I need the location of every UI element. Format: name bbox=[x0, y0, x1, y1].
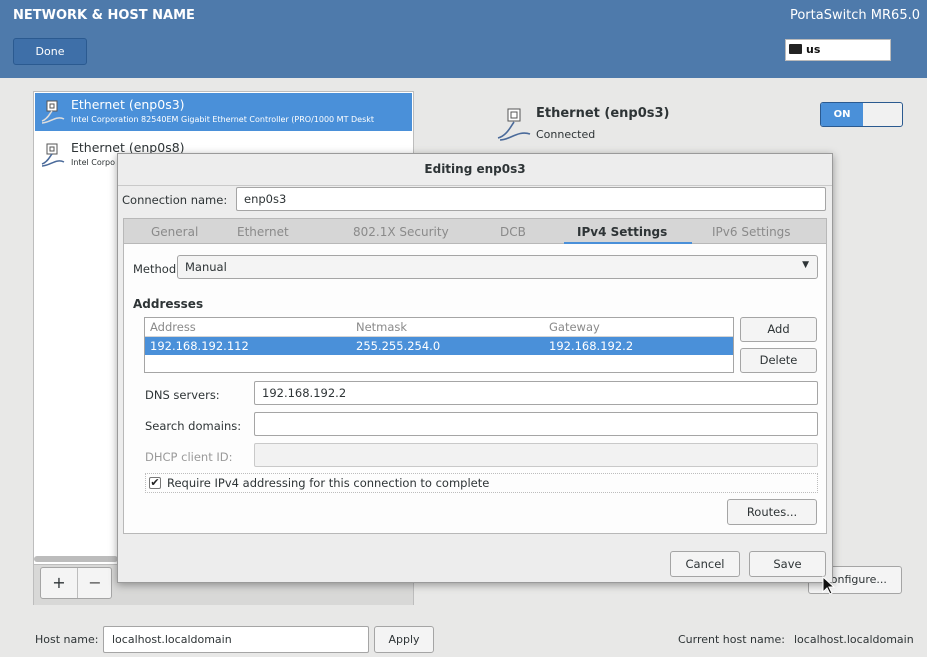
save-button[interactable]: Save bbox=[749, 551, 826, 577]
tab-general[interactable]: General bbox=[151, 225, 198, 239]
dhcp-client-id-input bbox=[254, 443, 818, 467]
connection-name-input[interactable]: enp0s3 bbox=[236, 187, 826, 211]
delete-address-button[interactable]: Delete bbox=[740, 348, 817, 373]
device-name: Ethernet (enp0s3) bbox=[536, 106, 670, 121]
current-hostname-label: Current host name: bbox=[678, 633, 785, 646]
chevron-down-icon: ▼ bbox=[802, 260, 809, 270]
hostname-label: Host name: bbox=[35, 633, 99, 646]
addresses-table: Address Netmask Gateway 192.168.192.112 … bbox=[144, 317, 734, 373]
netmask-cell[interactable]: 255.255.254.0 bbox=[356, 339, 440, 353]
gateway-cell[interactable]: 192.168.192.2 bbox=[549, 339, 633, 353]
page-title: NETWORK & HOST NAME bbox=[13, 8, 195, 23]
dns-servers-label: DNS servers: bbox=[145, 388, 220, 402]
search-domains-input[interactable] bbox=[254, 412, 818, 436]
ethernet-icon bbox=[40, 99, 66, 128]
done-button[interactable]: Done bbox=[13, 38, 87, 65]
connection-name: Ethernet (enp0s3) bbox=[71, 97, 185, 112]
tab-ipv4-settings[interactable]: IPv4 Settings bbox=[577, 225, 667, 239]
method-select[interactable]: Manual ▼ bbox=[177, 255, 818, 279]
keyboard-icon bbox=[789, 44, 802, 54]
remove-connection-button[interactable]: − bbox=[77, 568, 112, 598]
tab-ethernet[interactable]: Ethernet bbox=[237, 225, 289, 239]
connection-description: Intel Corporation 82540EM Gigabit Ethern… bbox=[71, 115, 375, 124]
add-remove-group: + − bbox=[40, 567, 112, 599]
method-label: Method: bbox=[133, 262, 181, 276]
add-connection-button[interactable]: + bbox=[41, 568, 77, 598]
switch-on-label: ON bbox=[821, 103, 863, 126]
table-row[interactable]: 192.168.192.112 255.255.254.0 192.168.19… bbox=[145, 337, 733, 355]
dns-servers-input[interactable]: 192.168.192.2 bbox=[254, 381, 818, 405]
mouse-cursor-icon bbox=[822, 575, 836, 599]
ipv4-settings-panel: Method: Manual ▼ Addresses Address Netma… bbox=[123, 244, 827, 534]
column-header-address[interactable]: Address bbox=[150, 320, 196, 334]
ethernet-icon bbox=[40, 142, 66, 171]
dialog-title: Editing enp0s3 bbox=[424, 162, 526, 176]
address-cell[interactable]: 192.168.192.112 bbox=[150, 339, 249, 353]
divider bbox=[118, 185, 832, 186]
connection-item-enp0s3[interactable]: Ethernet (enp0s3) Intel Corporation 8254… bbox=[35, 93, 412, 131]
column-header-netmask[interactable]: Netmask bbox=[356, 320, 407, 334]
current-hostname-value: localhost.localdomain bbox=[794, 633, 914, 646]
tab-8021x-security[interactable]: 802.1X Security bbox=[353, 225, 449, 239]
hostname-input[interactable]: localhost.localdomain bbox=[103, 626, 369, 653]
cancel-button[interactable]: Cancel bbox=[670, 551, 740, 577]
settings-tabs: General Ethernet 802.1X Security DCB IPv… bbox=[123, 218, 827, 244]
product-name: PortaSwitch MR65.0 bbox=[789, 8, 920, 23]
keyboard-layout-label: us bbox=[806, 43, 821, 56]
column-header-gateway[interactable]: Gateway bbox=[549, 320, 600, 334]
tab-ipv6-settings[interactable]: IPv6 Settings bbox=[712, 225, 791, 239]
require-ipv4-label[interactable]: Require IPv4 addressing for this connect… bbox=[167, 476, 489, 490]
require-ipv4-checkbox[interactable]: ✔ bbox=[149, 477, 161, 489]
table-header: Address Netmask Gateway bbox=[145, 318, 733, 337]
addresses-heading: Addresses bbox=[133, 297, 204, 311]
tab-dcb[interactable]: DCB bbox=[500, 225, 526, 239]
device-status: Connected bbox=[536, 128, 596, 141]
apply-button[interactable]: Apply bbox=[374, 626, 434, 653]
add-address-button[interactable]: Add bbox=[740, 317, 817, 342]
edit-connection-dialog: Editing enp0s3 Connection name: enp0s3 G… bbox=[117, 153, 833, 583]
routes-button[interactable]: Routes... bbox=[727, 499, 817, 525]
ethernet-icon bbox=[496, 106, 532, 145]
list-scrollbar[interactable] bbox=[34, 556, 118, 562]
device-toggle-switch[interactable]: ON bbox=[820, 102, 903, 127]
search-domains-label: Search domains: bbox=[145, 419, 242, 433]
dhcp-client-id-label: DHCP client ID: bbox=[145, 450, 233, 464]
require-ipv4-row[interactable]: ✔ Require IPv4 addressing for this conne… bbox=[145, 473, 818, 493]
connection-name-label: Connection name: bbox=[122, 193, 228, 207]
keyboard-layout-indicator[interactable]: us bbox=[785, 39, 891, 61]
connection-description: Intel Corpo bbox=[71, 158, 115, 167]
method-value: Manual bbox=[185, 260, 227, 274]
